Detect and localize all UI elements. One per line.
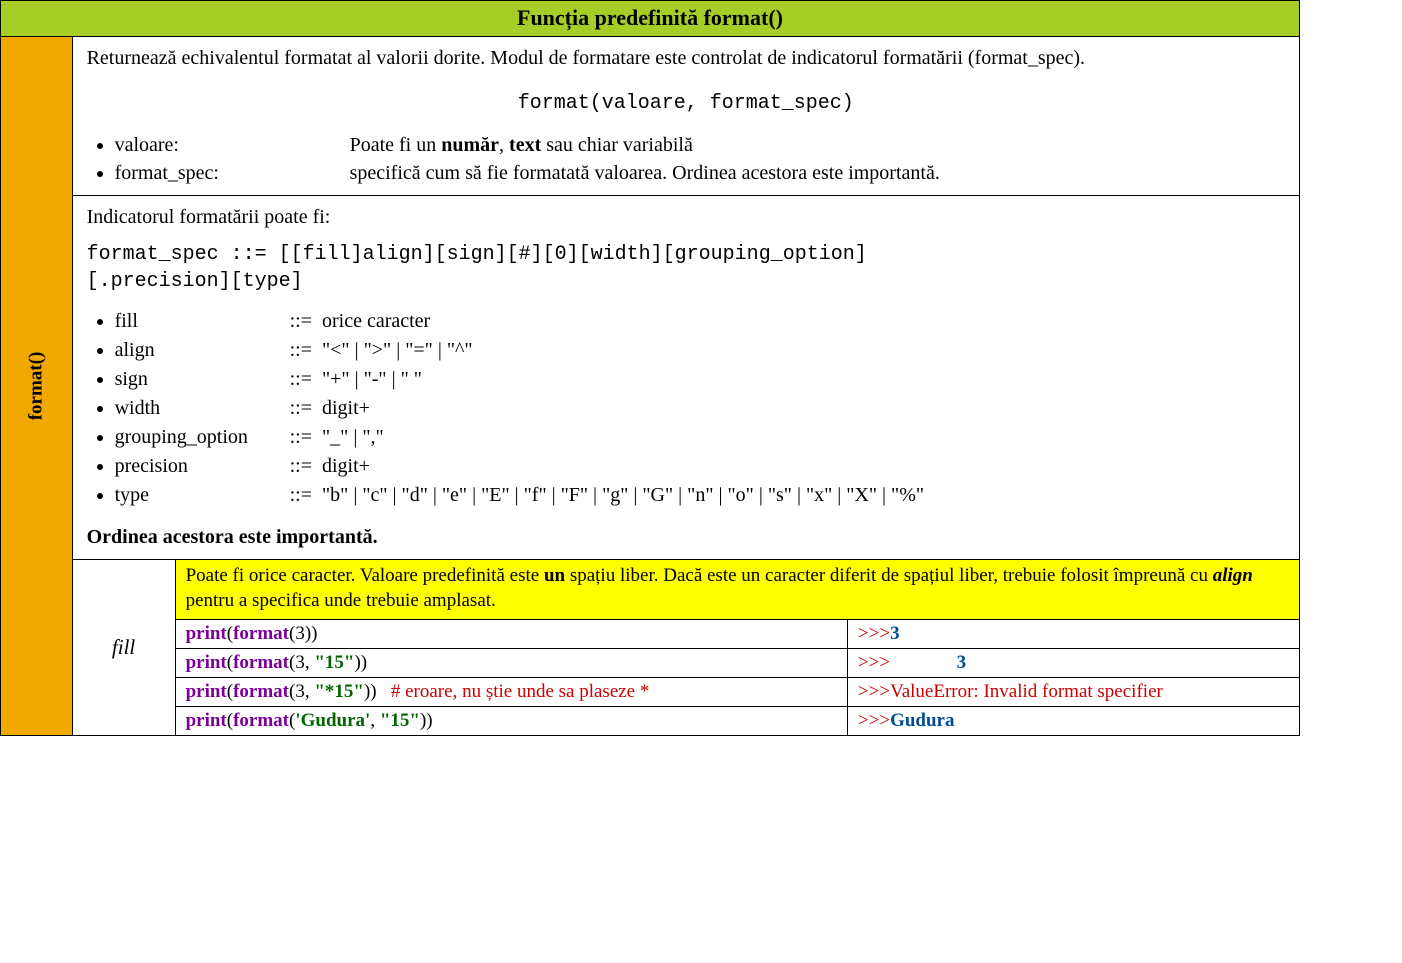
token-width: width ::= digit+ xyxy=(115,394,1285,423)
page-title: Funcția predefinită format() xyxy=(1,1,1300,37)
example-output: >>>ValueError: Invalid format specifier xyxy=(847,678,1299,707)
example-code: print(format(3)) xyxy=(175,620,847,649)
example-output: >>> 3 xyxy=(847,649,1299,678)
token-list: fill ::= orice caracter align ::= "<" | … xyxy=(115,307,1285,510)
format-doc-table: Funcția predefinită format() format() Re… xyxy=(0,0,1300,736)
example-output: >>>3 xyxy=(847,620,1299,649)
description-intro: Returnează echivalentul formatat al valo… xyxy=(87,45,1285,72)
side-label-cell: format() xyxy=(1,37,73,736)
token-type: type ::= "b" | "c" | "d" | "e" | "E" | "… xyxy=(115,481,1285,510)
example-row-4: print(format('Gudura', "15")) >>>Gudura xyxy=(1,707,1300,736)
token-align: align ::= "<" | ">" | "=" | "^" xyxy=(115,336,1285,365)
example-row-1: print(format(3)) >>>3 xyxy=(1,620,1300,649)
param-list: valoare: Poate fi un număr, text sau chi… xyxy=(115,131,1285,187)
param-format-spec: format_spec: specifică cum să fie format… xyxy=(115,159,1285,187)
token-precision: precision ::= digit+ xyxy=(115,452,1285,481)
example-output: >>>Gudura xyxy=(847,707,1299,736)
spec-intro: Indicatorul formatării poate fi: xyxy=(87,204,1285,231)
spec-grammar: format_spec ::= [[fill]align][sign][#][0… xyxy=(87,241,1285,295)
example-code: print(format(3, "*15")) # eroare, nu ști… xyxy=(175,678,847,707)
example-row-3: print(format(3, "*15")) # eroare, nu ști… xyxy=(1,678,1300,707)
side-label: format() xyxy=(25,352,47,421)
token-sign: sign ::= "+" | "-" | " " xyxy=(115,365,1285,394)
token-fill: fill ::= orice caracter xyxy=(115,307,1285,336)
example-row-2: print(format(3, "15")) >>> 3 xyxy=(1,649,1300,678)
param-valoare: valoare: Poate fi un număr, text sau chi… xyxy=(115,131,1285,159)
example-code: print(format(3, "15")) xyxy=(175,649,847,678)
fill-description: Poate fi orice caracter. Valoare predefi… xyxy=(175,560,1299,620)
spec-cell: Indicatorul formatării poate fi: format_… xyxy=(72,196,1299,560)
fill-label: fill xyxy=(72,560,175,736)
order-note: Ordinea acestora este importantă. xyxy=(87,524,1285,551)
function-signature: format(valoare, format_spec) xyxy=(87,90,1285,117)
token-grouping: grouping_option ::= "_" | "," xyxy=(115,423,1285,452)
description-cell: Returnează echivalentul formatat al valo… xyxy=(72,37,1299,196)
example-code: print(format('Gudura', "15")) xyxy=(175,707,847,736)
